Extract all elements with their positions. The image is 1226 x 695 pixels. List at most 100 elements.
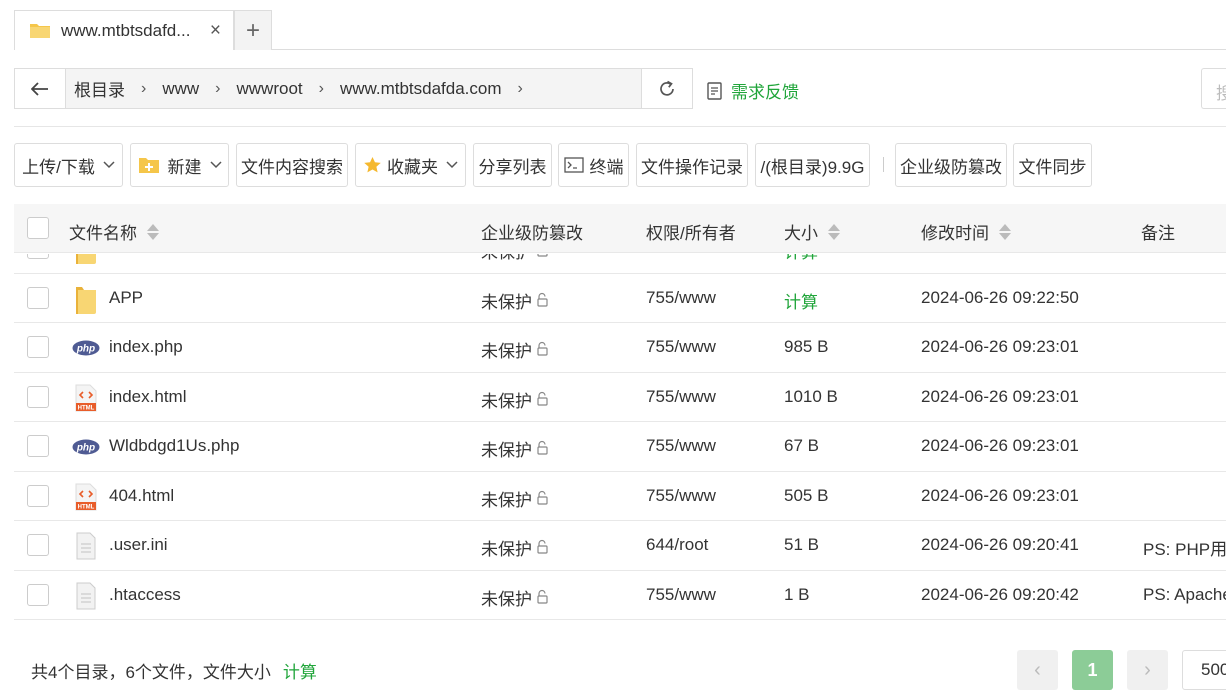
file-note[interactable]: PS: Apache [1143, 585, 1226, 605]
row-checkbox[interactable] [27, 336, 49, 358]
column-mtime-label: 修改时间 [921, 224, 989, 243]
tab-current-site[interactable]: www.mtbtsdafd... × [14, 10, 234, 50]
terminal-button[interactable]: 终端 [558, 143, 629, 187]
row-checkbox[interactable] [27, 254, 49, 259]
address-bar: 根目录 › www › wwwroot › www.mtbtsdafda.com… [14, 68, 693, 109]
select-all-checkbox[interactable] [27, 217, 49, 239]
breadcrumb-www[interactable]: www [162, 79, 199, 99]
permission[interactable]: 755/www [646, 254, 716, 258]
table-row[interactable]: HTML index.html 未保护 755/www 1010 B 2024-06-26… [14, 373, 1226, 422]
table-row[interactable]: .htaccess 未保护 755/www 1 B 2024-06-26 09:20:4… [14, 571, 1226, 620]
file-name[interactable]: Wldbdgd1Us.php [109, 436, 239, 456]
breadcrumb-root[interactable]: 根目录 [74, 76, 125, 101]
file-size: 1010 B [784, 386, 838, 406]
prev-page-button[interactable]: ‹ [1017, 650, 1058, 690]
document-edit-icon [707, 81, 722, 100]
next-page-button[interactable]: › [1127, 650, 1168, 690]
file-name[interactable]: 404.html [109, 486, 174, 506]
tamper-status[interactable]: 未保护 [481, 585, 549, 610]
back-button[interactable] [15, 69, 66, 108]
chevron-right-icon[interactable]: › [518, 80, 523, 98]
file-name[interactable]: .user.ini [109, 535, 168, 555]
feedback-link[interactable]: 需求反馈 [706, 78, 799, 103]
html-icon: HTML [72, 382, 100, 414]
table-row[interactable]: php index.php 未保护 755/www 985 B 2024-06-26 09… [14, 323, 1226, 373]
permission[interactable]: 755/www [646, 585, 716, 605]
column-permission: 权限/所有者 [646, 224, 736, 243]
page-1-button[interactable]: 1 [1072, 650, 1113, 690]
column-tamper: 企业级防篡改 [481, 224, 583, 243]
file-op-log-button[interactable]: 文件操作记录 [636, 143, 748, 187]
tamper-status[interactable]: 未保护 [481, 288, 549, 313]
chevron-right-icon: › [215, 79, 221, 97]
file-name[interactable]: Public [109, 254, 155, 258]
modified-time: 2024-06-26 09:20:42 [921, 584, 1079, 604]
lock-icon [532, 535, 549, 560]
table-row[interactable]: APP 未保护 755/www 计算 2024-06-26 09:22:50 [14, 274, 1226, 323]
search-input[interactable]: 搜 [1201, 68, 1226, 109]
php-icon: php [72, 431, 100, 463]
disk-usage-button[interactable]: /(根目录)9.9G [755, 143, 870, 187]
lock-icon [532, 337, 549, 362]
permission[interactable]: 755/www [646, 387, 716, 407]
tamper-status[interactable]: 未保护 [481, 254, 549, 263]
arrow-left-icon [31, 81, 48, 96]
file-sync-button[interactable]: 文件同步 [1013, 143, 1092, 187]
file-name[interactable]: .htaccess [109, 585, 181, 605]
chevron-down-icon [103, 161, 115, 169]
chevron-right-icon: › [141, 79, 147, 97]
sort-icon [999, 223, 1011, 240]
calc-total-size-link[interactable]: 计算 [283, 663, 317, 682]
share-list-button[interactable]: 分享列表 [473, 143, 552, 187]
file-name[interactable]: index.php [109, 337, 183, 357]
tamper-protection-button[interactable]: 企业级防篡改 [895, 143, 1007, 187]
folder-icon [72, 283, 100, 315]
row-checkbox[interactable] [27, 583, 49, 606]
content-search-button[interactable]: 文件内容搜索 [236, 143, 348, 187]
page-size-select[interactable]: 500 [1182, 650, 1226, 690]
favorites-button[interactable]: 收藏夹 [355, 143, 466, 187]
new-button[interactable]: 新建 [130, 143, 229, 187]
permission[interactable]: 755/www [646, 436, 716, 456]
tamper-status[interactable]: 未保护 [481, 387, 549, 412]
table-row[interactable]: .user.ini 未保护 644/root 51 B 2024-06-26 09:20… [14, 521, 1226, 571]
file-icon [72, 580, 100, 612]
permission[interactable]: 644/root [646, 535, 708, 555]
refresh-button[interactable] [641, 69, 692, 108]
html-icon: HTML [72, 481, 100, 513]
row-checkbox[interactable] [27, 286, 49, 309]
column-name[interactable]: 文件名称 [69, 219, 159, 244]
tamper-status[interactable]: 未保护 [481, 337, 549, 362]
table-row[interactable]: HTML 404.html 未保护 755/www 505 B 2024-06-26 09… [14, 472, 1226, 521]
table-row[interactable]: Public 未保护 755/www 计算 2024-06-26 09:27:03 [14, 254, 1226, 274]
tamper-status[interactable]: 未保护 [481, 535, 549, 560]
permission[interactable]: 755/www [646, 486, 716, 506]
tamper-status[interactable]: 未保护 [481, 436, 549, 461]
tamper-status[interactable]: 未保护 [481, 486, 549, 511]
column-size[interactable]: 大小 [784, 219, 840, 244]
upload-download-button[interactable]: 上传/下载 [14, 143, 123, 187]
permission[interactable]: 755/www [646, 288, 716, 308]
breadcrumb-site[interactable]: www.mtbtsdafda.com [340, 79, 502, 99]
file-name[interactable]: index.html [109, 387, 186, 407]
file-size[interactable]: 计算 [784, 254, 818, 263]
file-name[interactable]: APP [109, 288, 143, 308]
row-checkbox[interactable] [27, 385, 49, 408]
tamper-status-label: 未保护 [481, 589, 532, 609]
file-size[interactable]: 计算 [784, 288, 818, 313]
permission[interactable]: 755/www [646, 337, 716, 357]
file-size: 67 B [784, 436, 819, 455]
modified-time: 2024-06-26 09:23:01 [921, 485, 1079, 505]
file-size: 1 B [784, 584, 810, 604]
table-row[interactable]: php Wldbdgd1Us.php 未保护 755/www 67 B 2024-06-2… [14, 422, 1226, 472]
add-tab-button[interactable]: + [234, 10, 272, 50]
column-mtime[interactable]: 修改时间 [921, 219, 1011, 244]
row-checkbox[interactable] [27, 435, 49, 457]
row-checkbox[interactable] [27, 534, 49, 556]
terminal-label: 终端 [589, 157, 624, 177]
close-icon[interactable]: × [210, 20, 221, 42]
file-note[interactable]: PS: PHP用户 [1143, 535, 1226, 560]
terminal-icon [563, 157, 584, 173]
breadcrumb-wwwroot[interactable]: wwwroot [237, 79, 303, 99]
row-checkbox[interactable] [27, 484, 49, 507]
